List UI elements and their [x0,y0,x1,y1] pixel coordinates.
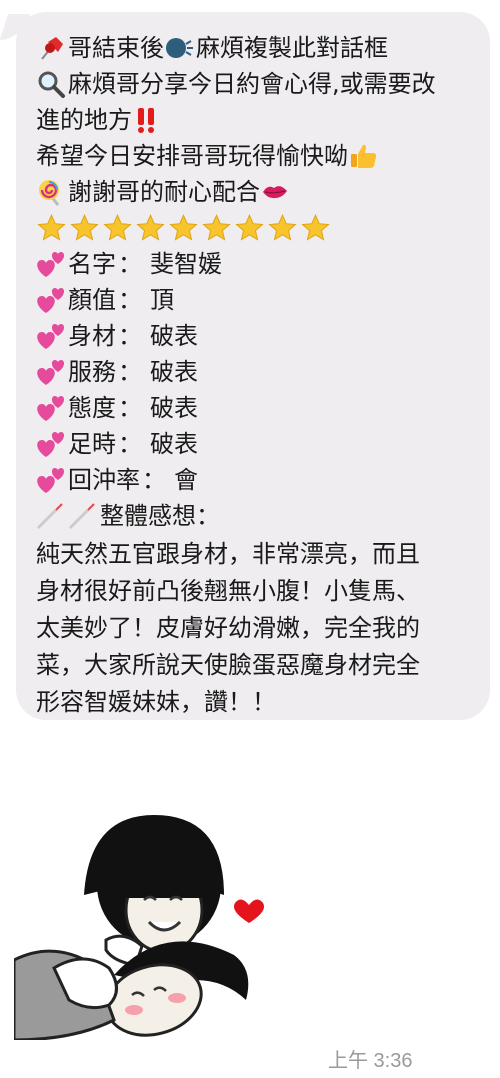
pushpin-icon [36,34,66,62]
review-field-row: 回沖率： 會 [36,462,470,498]
field-separator: ： [118,394,142,422]
lollipop-icon [36,178,66,206]
message-line-3: 進的地方 [36,102,470,138]
field-value: 斐智媛 [150,250,222,278]
field-separator: ： [142,466,166,494]
summary-label: 整體感想： [100,502,220,530]
star-icon [135,213,166,244]
search-icon [36,70,66,98]
review-fields: 名字：斐智媛 顏值：頂身材：破表 服務：破表 態度：破表 足時：破表 回沖率：會 [36,246,470,498]
summary-line: 形容智媛妹妹，讚！！ [36,688,276,716]
double-exclamation-icon [132,106,162,134]
two-hearts-icon [36,322,66,350]
star-icon [267,213,298,244]
two-hearts-icon [36,250,66,278]
star-icon [201,213,232,244]
star-icon [36,213,67,244]
review-field-row: 態度： 破表 [36,390,470,426]
field-label: 服務 [68,358,116,386]
message-line-text: 進的地方 [36,106,132,134]
kiss-lips-icon [260,178,290,206]
field-value: 破表 [150,358,198,386]
message-line-text: 希望今日安排哥哥玩得愉快呦 [36,142,348,170]
field-value: 破表 [150,430,198,458]
speaking-head-icon [164,34,194,62]
message-line-1: 哥結束後 麻煩複製此對話框 [36,30,470,66]
field-value: 會 [174,466,198,494]
field-value: 頂 [150,286,174,314]
summary-header: 整體感想： [36,498,470,534]
field-separator: ： [118,250,142,278]
message-bubble[interactable]: 哥結束後 麻煩複製此對話框 麻煩哥分享今日約會心得,或需要改 進的地方 希望今日… [16,12,490,720]
field-value: 破表 [150,394,198,422]
review-field-row: 名字： 斐智媛 [36,246,470,282]
needle-icon [68,502,98,530]
message-line-text: 哥結束後 [68,34,164,62]
field-label: 態度 [68,394,116,422]
field-label: 足時 [68,430,116,458]
star-icon [234,213,265,244]
star-rating [36,210,470,246]
field-separator: ： [118,322,142,350]
message-line-4: 希望今日安排哥哥玩得愉快呦 [36,138,470,174]
field-label: 身材 [68,322,116,350]
summary-line: 太美妙了！皮膚好幼滑嫩，完全我的 [36,614,420,642]
review-field-row: 足時： 破表 [36,426,470,462]
two-hearts-icon [36,430,66,458]
field-label: 回沖率 [68,466,140,494]
message-line-text: 謝謝哥的耐心配合 [68,178,260,206]
field-label: 顏值 [68,286,116,314]
field-value: 破表 [150,322,198,350]
star-icon [102,213,133,244]
star-icon [168,213,199,244]
field-separator: ： [118,286,142,314]
review-field-row: 服務： 破表 [36,354,470,390]
needle-icon [36,502,66,530]
star-icon [69,213,100,244]
bowl-cut-sticker[interactable] [12,790,284,1042]
message-line-2: 麻煩哥分享今日約會心得,或需要改 [36,66,470,102]
message-line-text: 麻煩複製此對話框 [196,34,388,62]
star-icon [300,213,331,244]
two-hearts-icon [36,394,66,422]
field-separator: ： [118,430,142,458]
review-field-row: 身材： 破表 [36,318,470,354]
summary-text: 純天然五官跟身材，非常漂亮，而且 身材很好前凸後翹無小腹！小隻馬、 太美妙了！皮… [36,536,472,721]
review-field-row: 顏值： 頂 [36,282,470,318]
summary-line: 身材很好前凸後翹無小腹！小隻馬、 [36,577,420,605]
summary-line: 菜，大家所說天使臉蛋惡魔身材完全 [36,651,420,679]
two-hearts-icon [36,466,66,494]
summary-line: 純天然五官跟身材，非常漂亮，而且 [36,540,420,568]
message-line-text: 麻煩哥分享今日約會心得,或需要改 [68,70,436,98]
field-separator: ： [118,358,142,386]
message-timestamp: 上午 3:36 [328,1050,413,1072]
field-label: 名字 [68,250,116,278]
two-hearts-icon [36,286,66,314]
message-line-5: 謝謝哥的耐心配合 [36,174,470,210]
two-hearts-icon [36,358,66,386]
thumbs-up-icon [348,142,378,170]
